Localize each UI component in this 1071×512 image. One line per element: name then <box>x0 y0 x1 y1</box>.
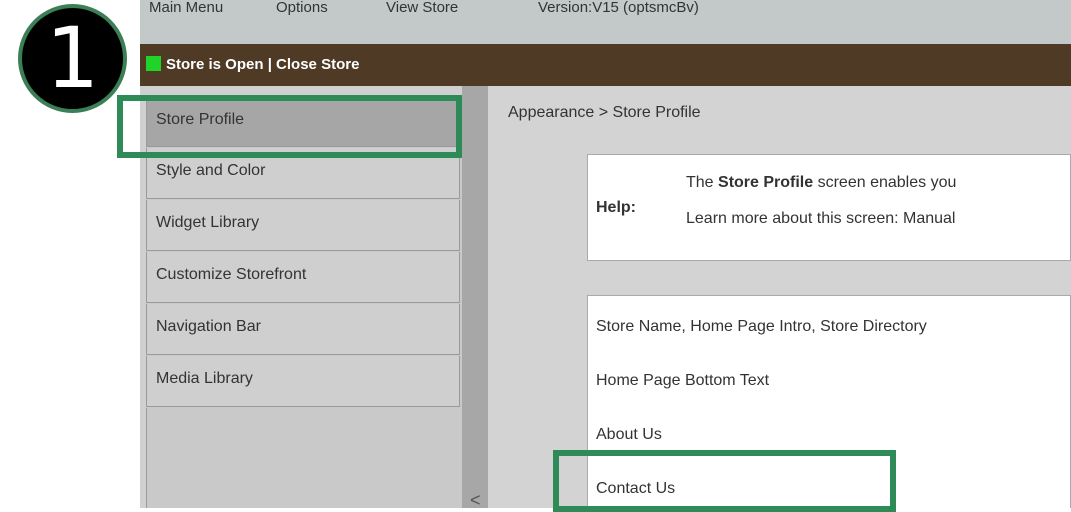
menu-options[interactable]: Options <box>276 0 328 16</box>
sidebar-item-label: Navigation Bar <box>156 318 261 335</box>
help-manual-link[interactable]: Learn more about this screen: Manual <box>686 210 955 228</box>
store-open-indicator-icon <box>146 56 161 71</box>
sidebar-item-label: Media Library <box>156 370 253 387</box>
highlight-contact-us <box>553 450 896 512</box>
top-menu-bar: Main Menu Options View Store Version:V15… <box>140 0 1071 45</box>
sidebar-item-media-library[interactable]: Media Library <box>146 356 460 407</box>
store-status-text[interactable]: Store is Open | Close Store <box>166 56 359 73</box>
highlight-store-profile <box>117 95 462 158</box>
store-admin-window: Main Menu Options View Store Version:V15… <box>140 0 1071 508</box>
help-description: The Store Profile screen enables you <box>686 174 957 191</box>
sidebar-item-label: Style and Color <box>156 162 266 179</box>
menu-view-store[interactable]: View Store <box>386 0 458 16</box>
sidebar-empty-area <box>146 408 463 508</box>
collapse-arrow-icon[interactable]: < <box>470 490 481 508</box>
help-label: Help: <box>596 199 636 216</box>
link-about-us[interactable]: About Us <box>596 426 662 444</box>
help-bold-term: Store Profile <box>718 174 814 191</box>
link-store-name[interactable]: Store Name, Home Page Intro, Store Direc… <box>596 318 927 336</box>
breadcrumb: Appearance > Store Profile <box>508 104 701 121</box>
sidebar-collapse-rail[interactable] <box>462 86 488 508</box>
menu-main[interactable]: Main Menu <box>149 0 223 16</box>
sidebar-item-widget-library[interactable]: Widget Library <box>146 200 460 251</box>
link-home-page-bottom-text[interactable]: Home Page Bottom Text <box>596 372 769 390</box>
step-number: 1 <box>45 9 100 107</box>
help-box <box>587 154 1071 261</box>
menu-version: Version:V15 (optsmcBv) <box>538 0 699 16</box>
sidebar-item-label: Customize Storefront <box>156 266 307 283</box>
sidebar-item-navigation-bar[interactable]: Navigation Bar <box>146 304 460 355</box>
sidebar-item-customize-storefront[interactable]: Customize Storefront <box>146 252 460 303</box>
sidebar-item-label: Widget Library <box>156 214 260 231</box>
